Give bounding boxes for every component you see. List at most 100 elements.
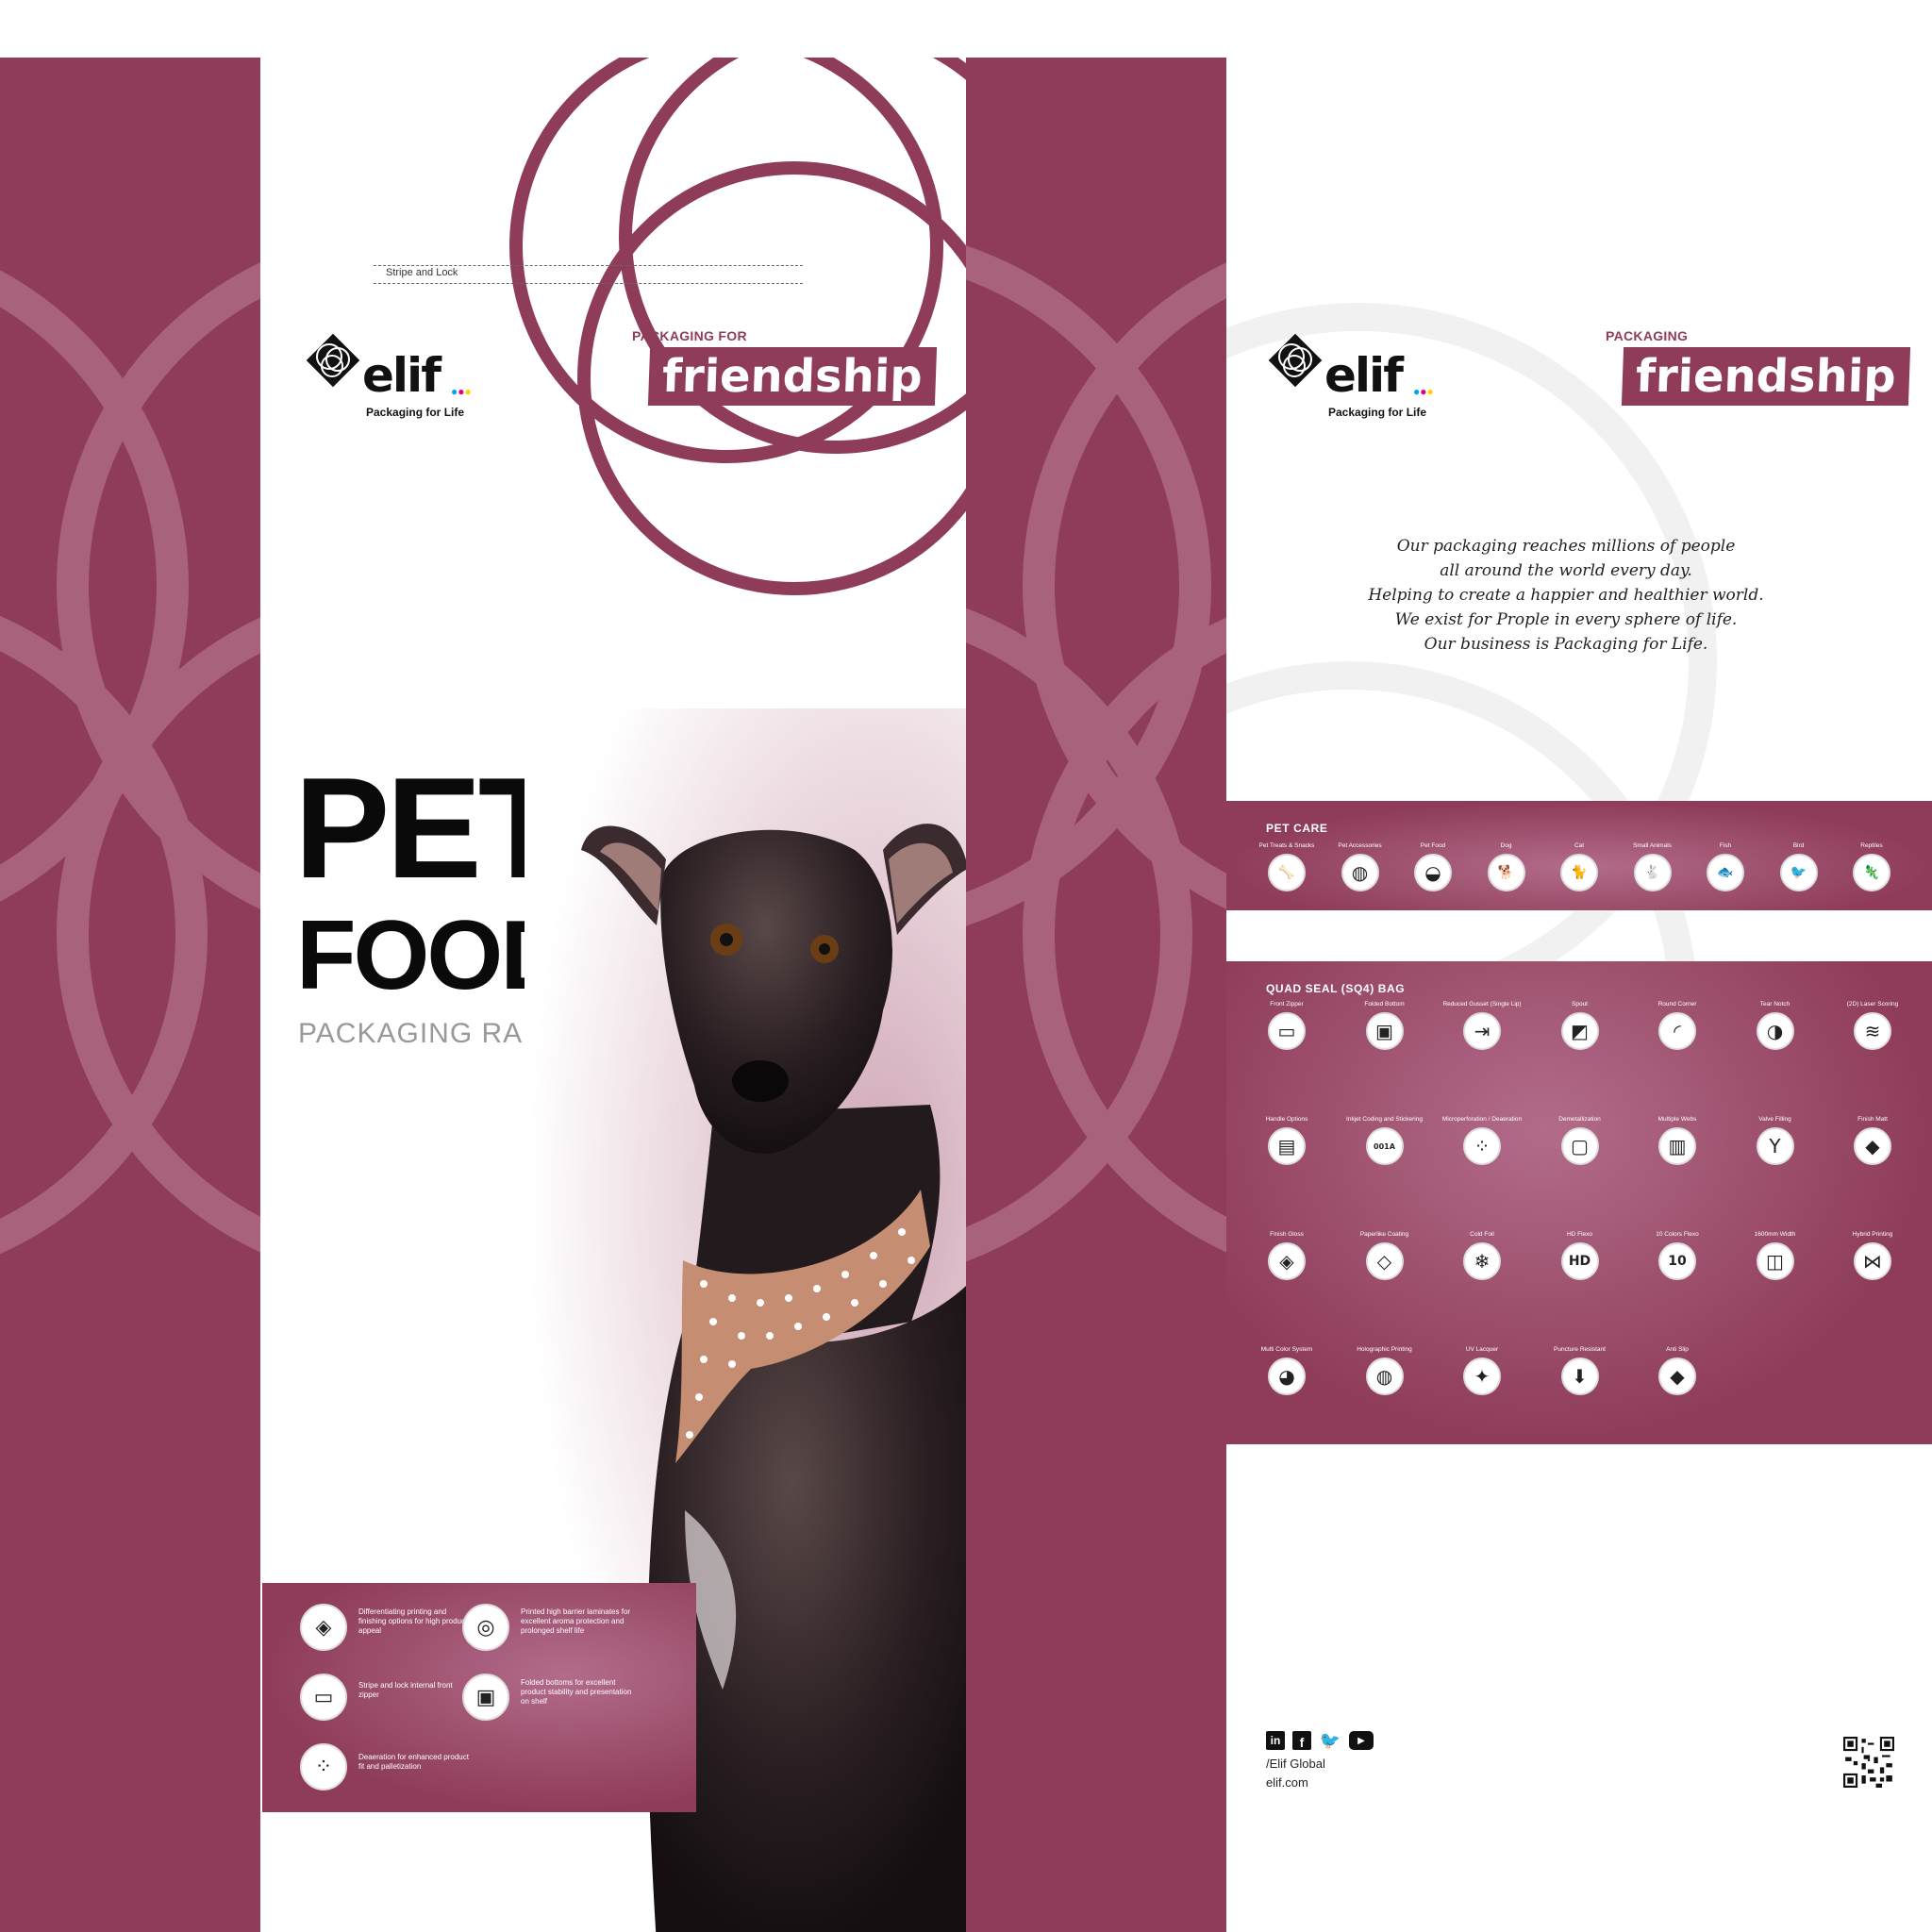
holographic-icon: ◍ [1365,1357,1404,1395]
icon-label: 1600mm Width [1754,1231,1796,1238]
twitter-icon[interactable]: 🐦 [1319,1731,1341,1750]
icon-label: Small Animals [1633,842,1672,849]
features-box: ◈ Differentiating printing and finishing… [262,1583,696,1812]
friendship-badge: friendship [1621,347,1910,406]
elif-tagline: Packaging for Life [1328,406,1427,419]
icon-label: Puncture Resistant [1554,1346,1606,1353]
gusset-icon: ⇥ [1463,1012,1501,1050]
packaging-for-label: PACKAGING FOR [632,328,747,343]
page-title: PET [294,748,566,908]
icon-label: Microperforation / Deaeration [1441,1116,1523,1123]
feature-text: Folded bottoms for excellent product sta… [521,1678,632,1706]
mission-line: Helping to create a happier and healthie… [1368,586,1764,605]
icon-label: Front Zipper [1270,1001,1304,1008]
icon-label: Valve Filling [1758,1116,1791,1123]
finish-matt-icon: ◆ [1854,1127,1891,1165]
palette-icon: ◕ [1268,1357,1306,1395]
width-roll-icon: ◫ [1756,1242,1794,1280]
icon-label: Dog [1500,842,1512,849]
icon-label: 10 Colors Flexo [1656,1231,1699,1238]
tear-notch-icon: ◑ [1756,1012,1794,1050]
stripe-lock-guide: Stripe and Lock [374,265,803,284]
zipper-icon: ▭ [1268,1012,1306,1050]
icon-label: Handle Options [1265,1116,1308,1123]
icon-label: Reptiles [1860,842,1883,849]
multiple-webs-icon: ▥ [1658,1127,1696,1165]
rabbit-icon: 🐇 [1633,854,1672,891]
dog-icon: 🐕 [1487,854,1525,891]
uv-lacquer-icon: ✦ [1463,1357,1501,1395]
mission-line: We exist for Prople in every sphere of l… [1394,610,1738,629]
youtube-icon[interactable]: ▶ [1349,1731,1374,1750]
icon-label: Cold Foil [1470,1231,1494,1238]
mission-line: Our business is Packaging for Life. [1424,635,1708,654]
left-side-panel [0,58,260,1932]
valve-filling-icon: Y [1756,1127,1794,1165]
qr-code-icon[interactable] [1843,1737,1894,1788]
icon-label: Multi Color System [1260,1346,1313,1353]
deaeration-icon: ⁘ [300,1743,347,1790]
elif-wordmark: elif [1324,348,1404,403]
elif-logo-mark-icon [1268,333,1323,388]
icon-label: Anti Slip [1666,1346,1689,1353]
icon-label: Tear Notch [1759,1001,1790,1008]
elif-tagline: Packaging for Life [366,406,465,419]
icon-label: Pet Treats & Snacks [1258,842,1315,849]
cat-icon: 🐈 [1560,854,1598,891]
round-corner-icon: ◜ [1658,1012,1696,1050]
icon-label: HD Flexo [1566,1231,1593,1238]
elif-logo: elif ●●● Packaging for Life [304,331,492,419]
feature-text: Stripe and lock internal front zipper [358,1681,453,1699]
front-panel: Stripe and Lock elif ●●● Packaging for L… [260,58,966,1932]
back-panel: elif ●●● Packaging for Life PACKAGING fr… [1226,58,1932,1932]
elif-wordmark: elif [362,348,441,403]
collar-icon: ◍ [1341,854,1379,891]
icon-label: Reduced Gusset (Single Lip) [1442,1001,1522,1008]
icon-label: Cat [1574,842,1585,849]
icon-label: Paperlike Coating [1359,1231,1409,1238]
icon-label: Finish Gloss [1270,1231,1304,1238]
folded-bottom-icon: ▣ [1365,1012,1404,1050]
icon-label: Demetallization [1558,1116,1601,1123]
icon-label: (2D) Laser Scoring [1846,1001,1899,1008]
icon-label: Pet Accessories [1338,842,1382,849]
icon-label: Finish Matt [1857,1116,1888,1123]
icon-label: Hybrid Printing [1852,1231,1893,1238]
logo-dots: ●●● [1413,385,1434,398]
website-link[interactable]: elif.com [1266,1775,1308,1790]
inkjet-coding-icon: 001A [1365,1127,1404,1165]
mission-line: Our packaging reaches millions of people [1396,537,1736,556]
stripe-lock-label: Stripe and Lock [383,267,461,278]
laser-scoring-icon: ≋ [1854,1012,1891,1050]
social-handle: /Elif Global [1266,1757,1325,1771]
handle-icon: ▤ [1268,1127,1306,1165]
facebook-icon[interactable]: f [1292,1731,1311,1750]
fish-icon: 🐟 [1707,854,1744,891]
icon-label: Round Corner [1657,1001,1697,1008]
icon-label: Folded Bottom [1364,1001,1405,1008]
icon-label: Inkjet Coding and Stickering [1346,1116,1423,1123]
hd-flexo-icon: HD [1560,1242,1599,1280]
anti-slip-icon: ◆ [1658,1357,1696,1395]
hybrid-printing-icon: ⋈ [1854,1242,1891,1280]
mission-line: all around the world every day. [1440,561,1692,580]
icon-label: Bird [1792,842,1805,849]
linkedin-icon[interactable]: in [1266,1731,1285,1750]
folded-bottom-icon: ▣ [462,1674,509,1721]
pet-care-band: PET CARE Pet Treats & Snacks 🦴 Pet Accesso… [1226,801,1932,910]
icon-label: UV Lacquer [1465,1346,1499,1353]
microperforation-icon: ⁘ [1463,1127,1501,1165]
packaging-label: PACKAGING [1606,328,1689,343]
spout-icon: ◩ [1560,1012,1599,1050]
middle-side-panel [966,58,1226,1932]
icon-label: Multiple Webs [1657,1116,1697,1123]
lizard-icon: 🦎 [1853,854,1890,891]
zipper-icon: ▭ [300,1674,347,1721]
ten-colors-icon: 10 [1658,1242,1696,1280]
elif-logo: elif ●●● Packaging for Life [1266,331,1455,419]
quad-seal-band: QUAD SEAL (SQ4) BAG Front Zipper ▭ Folded … [1226,961,1932,1444]
icon-label: Pet Food [1420,842,1446,849]
puncture-icon: ⬇ [1560,1357,1599,1395]
icon-label: Holographic Printing [1357,1346,1412,1353]
cold-foil-icon: ❄ [1463,1242,1501,1280]
